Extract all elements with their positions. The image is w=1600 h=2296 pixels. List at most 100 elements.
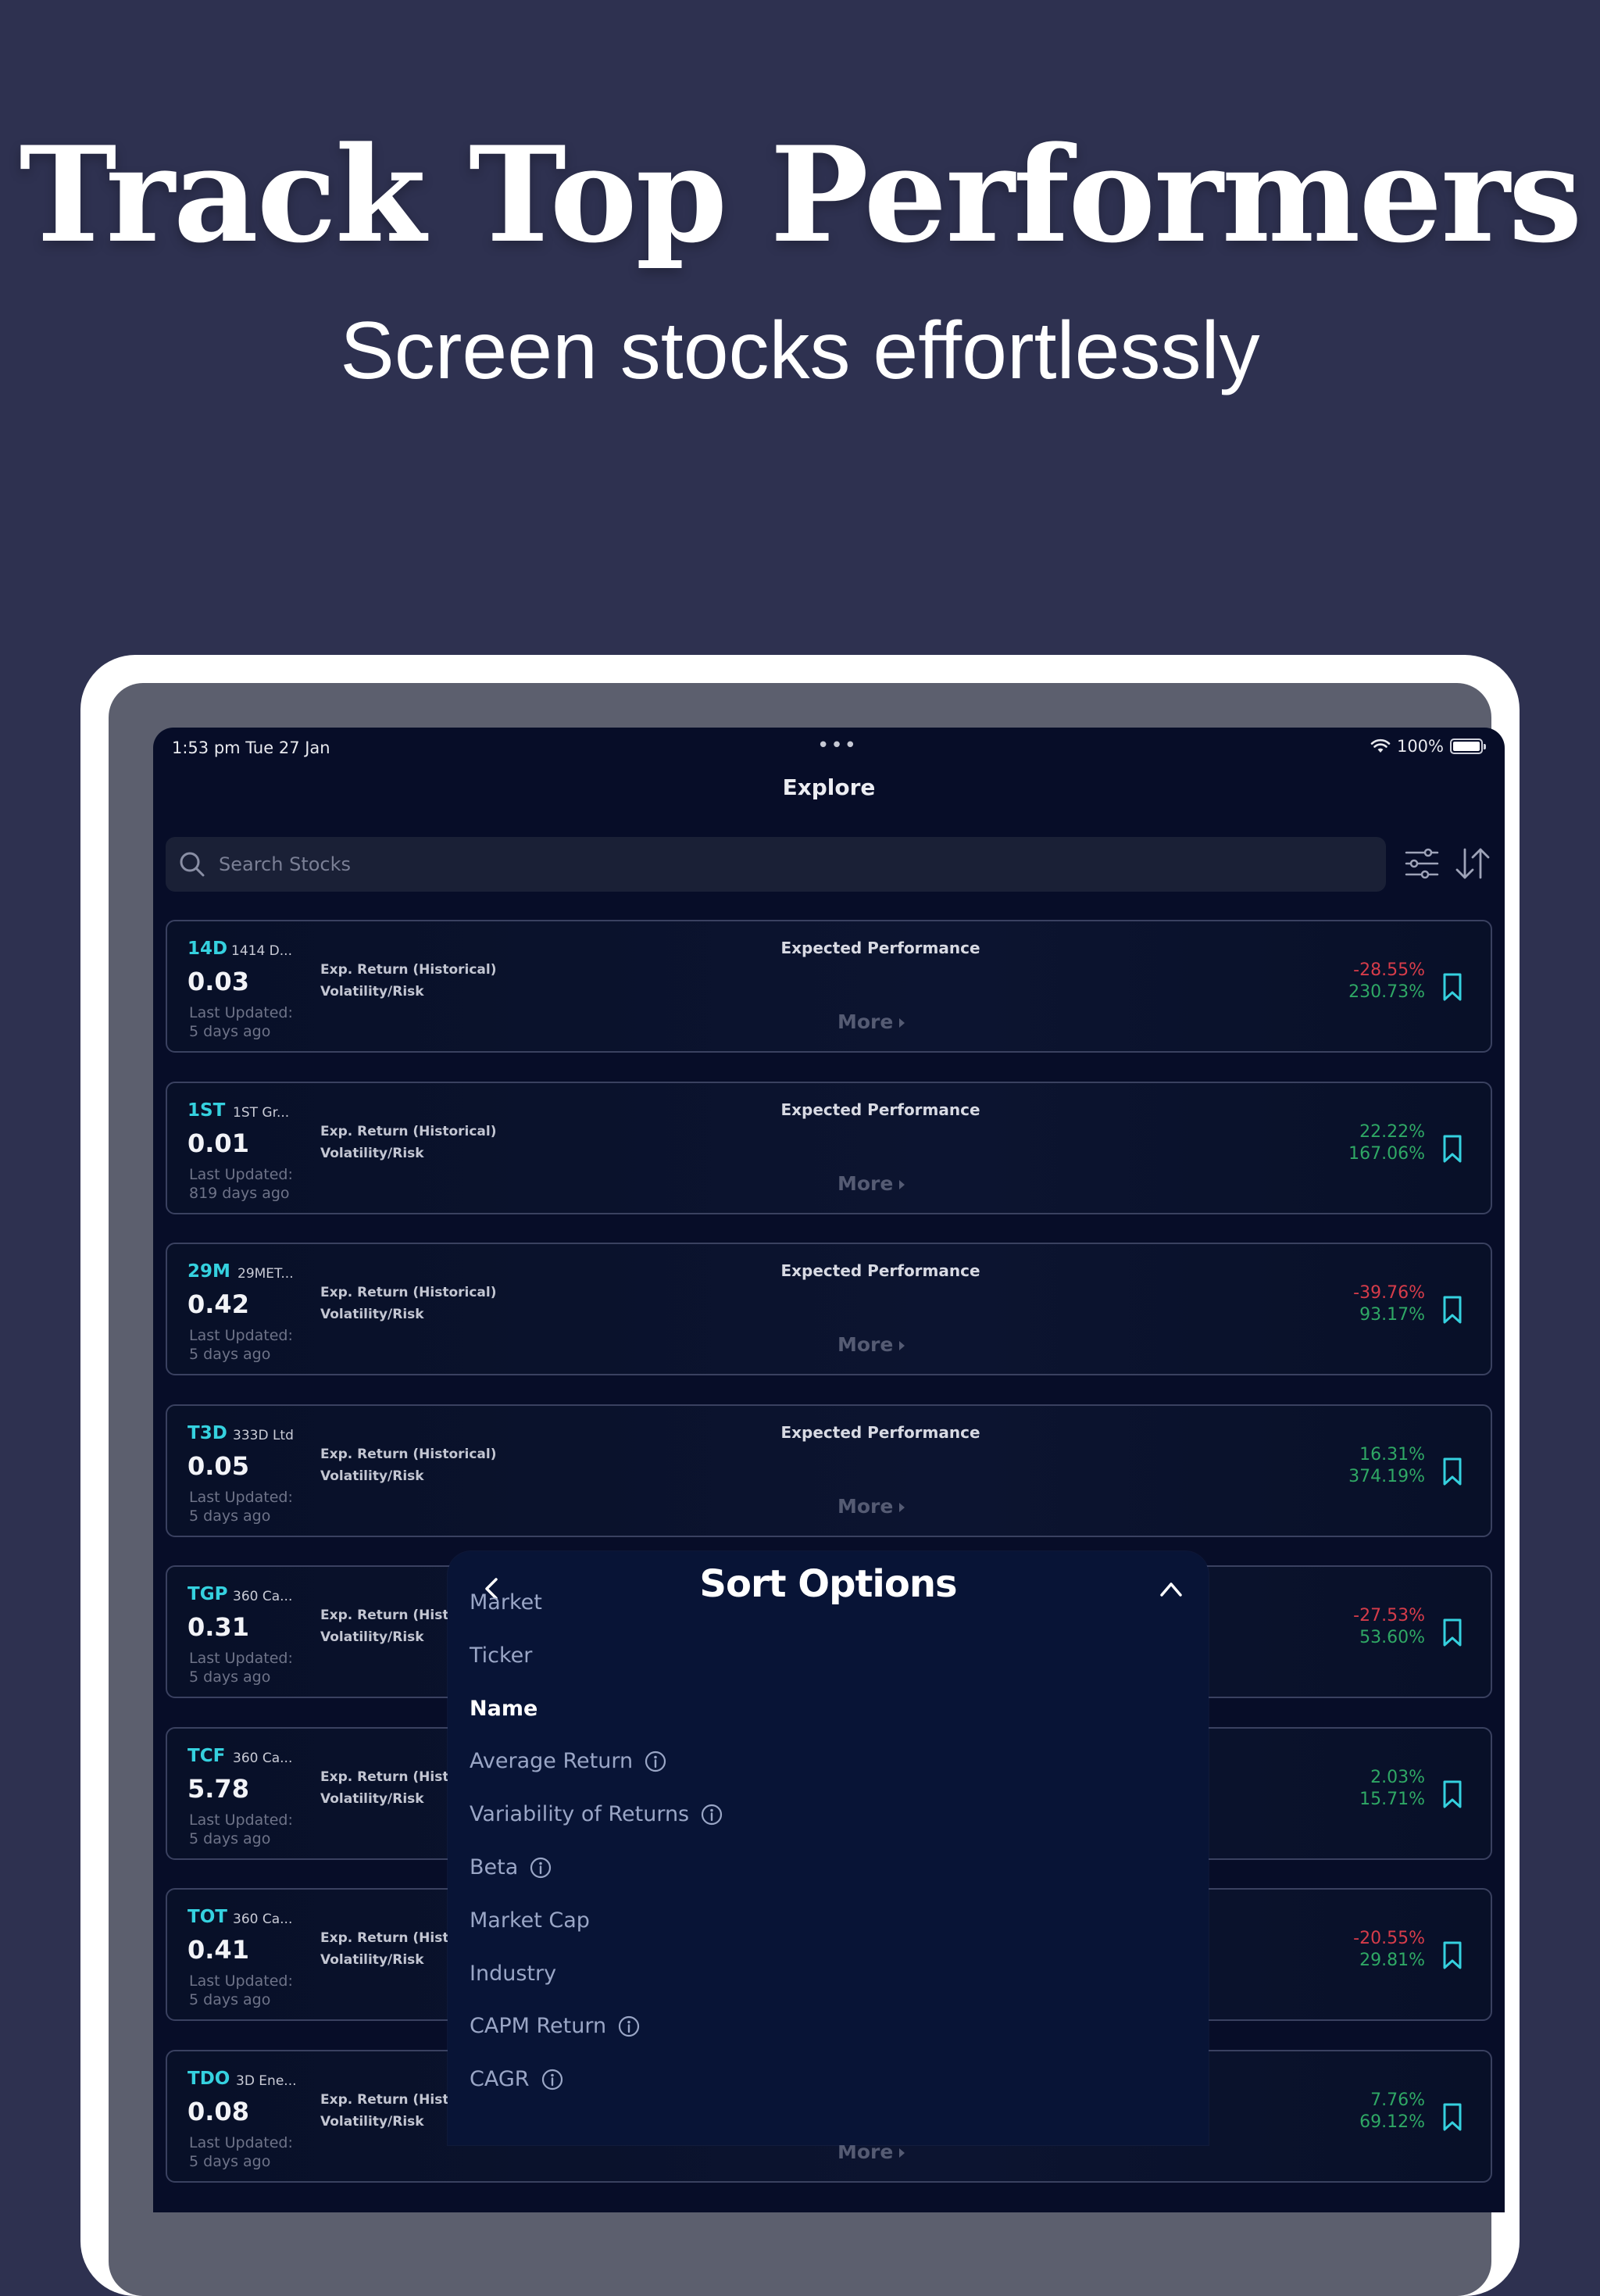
more-link[interactable]: More xyxy=(838,1010,905,1033)
hero-subtitle: Screen stocks effortlessly xyxy=(340,306,1260,396)
more-label: More xyxy=(838,1333,894,1356)
sort-option[interactable]: Industry xyxy=(470,1962,556,1986)
bookmark-icon[interactable] xyxy=(1441,1456,1464,1487)
search-bar[interactable] xyxy=(166,837,1386,892)
sort-option-label: Average Return xyxy=(470,1749,634,1774)
sort-option[interactable]: Average Return xyxy=(470,1749,667,1773)
status-indicators: 100% xyxy=(1370,737,1486,756)
page-title: Explore xyxy=(782,774,876,800)
stock-price: 5.78 xyxy=(188,1773,249,1804)
volatility-label: Volatility/Risk xyxy=(320,1468,424,1484)
sort-option[interactable]: CAGR xyxy=(470,2067,564,2091)
expected-performance-heading: Expected Performance xyxy=(167,1423,1505,1442)
stock-ticker: 1ST xyxy=(188,1100,226,1121)
expected-performance-text: Expected Performance xyxy=(780,939,980,957)
info-icon[interactable] xyxy=(617,2015,641,2038)
volatility-label: Volatility/Risk xyxy=(320,1629,424,1645)
sort-option-label: Name xyxy=(470,1696,538,1721)
last-updated-label: Last Updated: xyxy=(189,1004,293,1021)
stock-price: 0.03 xyxy=(188,967,249,996)
search-input[interactable] xyxy=(217,853,1314,876)
volatility-value: 69.12% xyxy=(1359,2112,1425,2132)
bookmark-icon[interactable] xyxy=(1441,1779,1464,1810)
volatility-label: Volatility/Risk xyxy=(320,1145,424,1161)
sort-option[interactable]: CAPM Return xyxy=(470,2014,641,2038)
collapse-chevron-icon[interactable] xyxy=(1157,1578,1185,1600)
volatility-label: Volatility/Risk xyxy=(320,1307,424,1322)
last-updated-label: Last Updated: xyxy=(189,1650,293,1667)
multitasking-dots-icon[interactable]: ••• xyxy=(817,734,858,757)
sort-option[interactable]: Beta xyxy=(470,1855,552,1879)
expected-performance-text: Expected Performance xyxy=(780,1261,980,1280)
stock-price: 0.41 xyxy=(188,1935,249,1965)
volatility-value: 53.60% xyxy=(1359,1628,1425,1647)
volatility-value: 230.73% xyxy=(1348,982,1425,1002)
wifi-icon xyxy=(1370,739,1391,753)
caret-right-icon xyxy=(899,1341,905,1350)
sort-option[interactable]: Name xyxy=(470,1697,538,1721)
stock-card[interactable]: T3D 333D Ltd 0.05 Last Updated: 5 days ago Ex… xyxy=(166,1404,1492,1537)
sort-options-title: Sort Options xyxy=(699,1562,957,1606)
exp-return-value: -27.53% xyxy=(1353,1606,1425,1625)
search-icon xyxy=(180,852,205,877)
bookmark-icon[interactable] xyxy=(1441,1294,1464,1325)
sort-option-label: CAPM Return xyxy=(470,2014,607,2039)
bookmark-icon[interactable] xyxy=(1441,1617,1464,1648)
exp-return-value: 2.03% xyxy=(1370,1767,1425,1787)
stock-company: 29MET... xyxy=(238,1266,294,1282)
stock-card[interactable]: 14D 1414 D... 0.03 Last Updated: 5 days ago E… xyxy=(166,920,1492,1053)
last-updated-value: 5 days ago xyxy=(189,1668,271,1686)
stock-price: 0.31 xyxy=(188,1612,249,1642)
volatility-label: Volatility/Risk xyxy=(320,2113,424,2130)
caret-right-icon xyxy=(899,2148,905,2158)
sort-option-label: CAGR xyxy=(470,2067,530,2092)
stock-price: 0.01 xyxy=(188,1128,249,1158)
more-link[interactable]: More xyxy=(838,1333,905,1356)
exp-return-value: -28.55% xyxy=(1353,960,1425,980)
exp-return-value: 22.22% xyxy=(1359,1121,1425,1142)
caret-right-icon xyxy=(899,1502,905,1512)
info-icon[interactable] xyxy=(644,1750,667,1773)
stock-card[interactable]: 1ST 1ST Gr... 0.01 Last Updated: 819 days ag… xyxy=(166,1081,1492,1214)
tablet-bezel: 1:53 pm Tue 27 Jan ••• 100% Explore Sear… xyxy=(109,683,1505,2296)
expected-performance-text: Expected Performance xyxy=(780,1422,980,1442)
info-icon[interactable] xyxy=(541,2068,564,2091)
exp-return-label: Exp. Return (Historical) xyxy=(320,1446,497,1462)
stock-card[interactable]: 29M 29MET... 0.42 Last Updated: 5 days ago Ex… xyxy=(166,1243,1492,1375)
expected-performance-heading: Expected Performance xyxy=(167,1100,1505,1119)
bookmark-icon[interactable] xyxy=(1441,2101,1464,2133)
more-label: More xyxy=(838,1494,894,1518)
filter-sliders-icon[interactable] xyxy=(1403,846,1441,881)
last-updated-label: Last Updated: xyxy=(189,2133,293,2151)
sort-option[interactable]: Ticker xyxy=(470,1643,532,1668)
stock-company: 1ST Gr... xyxy=(233,1104,290,1121)
sort-option-label: Beta xyxy=(470,1855,519,1879)
volatility-label: Volatility/Risk xyxy=(320,984,424,1000)
last-updated-label: Last Updated: xyxy=(189,1165,293,1183)
stock-company: 360 Ca... xyxy=(233,1750,293,1766)
stock-ticker: T3D xyxy=(188,1422,227,1443)
sort-option[interactable]: Market Cap xyxy=(470,1908,590,1933)
sort-option[interactable]: Market xyxy=(470,1590,542,1615)
bookmark-icon[interactable] xyxy=(1441,1940,1464,1971)
stock-ticker: 14D xyxy=(188,939,228,959)
expected-performance-text: Expected Performance xyxy=(780,1100,980,1119)
bookmark-icon[interactable] xyxy=(1441,1133,1464,1164)
battery-percent: 100% xyxy=(1396,737,1444,756)
more-link[interactable]: More xyxy=(838,1495,905,1518)
info-icon[interactable] xyxy=(529,1856,552,1879)
status-time: 1:53 pm Tue 27 Jan xyxy=(172,739,330,757)
more-link[interactable]: More xyxy=(838,1172,905,1195)
caret-right-icon xyxy=(899,1179,905,1189)
last-updated-label: Last Updated: xyxy=(189,1811,293,1829)
sort-arrows-icon[interactable] xyxy=(1453,845,1492,882)
sort-option[interactable]: Variability of Returns xyxy=(470,1802,723,1826)
last-updated-value: 5 days ago xyxy=(189,1991,271,2008)
exp-return-value: -39.76% xyxy=(1353,1283,1425,1303)
volatility-value: 29.81% xyxy=(1359,1951,1425,1970)
stock-company: 360 Ca... xyxy=(233,1589,293,1604)
tablet-frame: 1:53 pm Tue 27 Jan ••• 100% Explore Sear… xyxy=(80,655,1520,2296)
stock-company: 333D Ltd xyxy=(233,1427,294,1443)
bookmark-icon[interactable] xyxy=(1441,971,1464,1003)
info-icon[interactable] xyxy=(700,1803,723,1826)
